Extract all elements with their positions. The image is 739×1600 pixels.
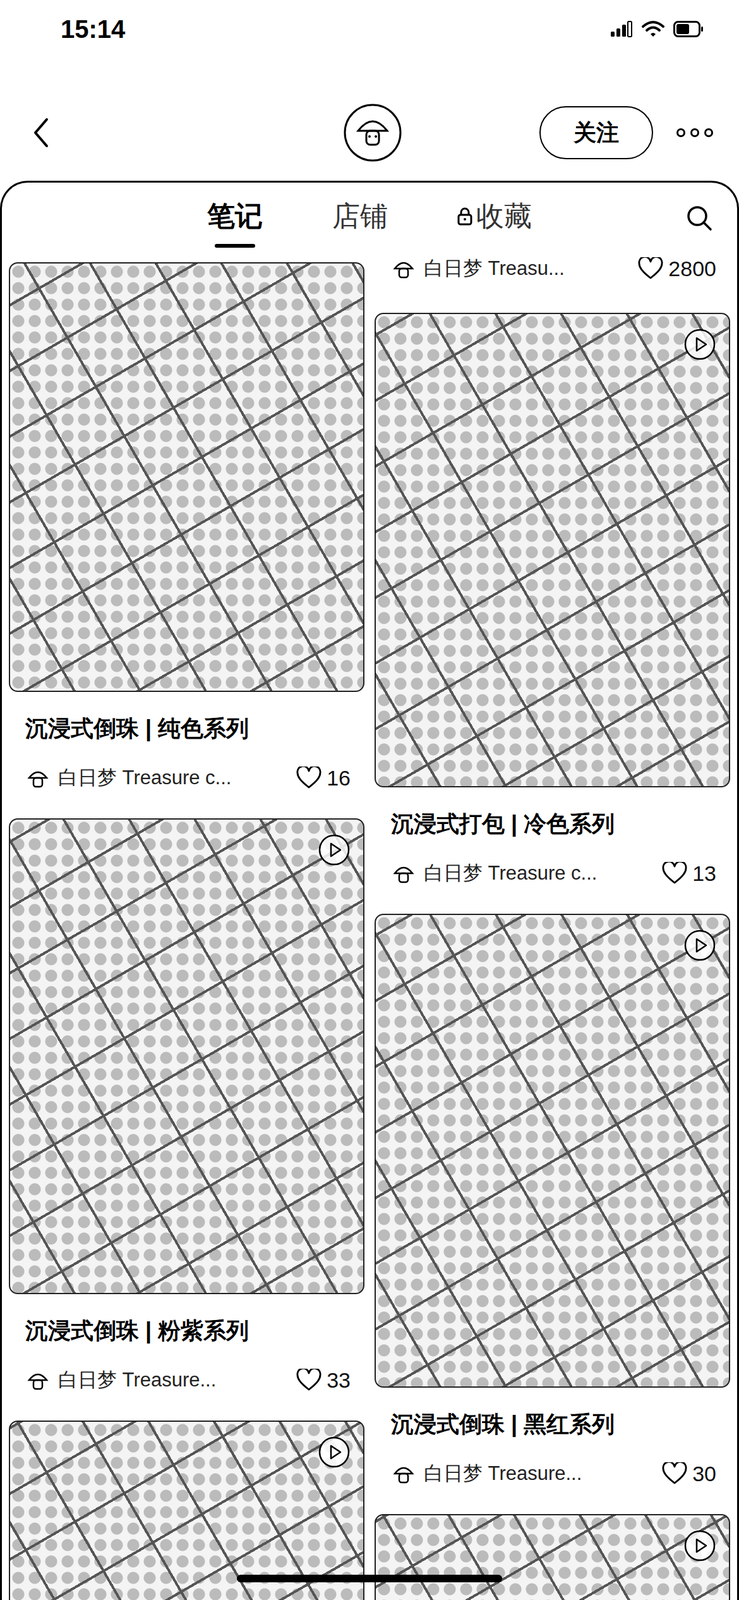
like-button[interactable]: 13: [661, 860, 717, 886]
like-button[interactable]: 33: [296, 1367, 351, 1393]
home-indicator: [236, 1574, 503, 1582]
note-title[interactable]: 沉浸式倒珠 | 粉紫系列: [25, 1315, 351, 1346]
note-info: 沉浸式倒珠 | 黑红系列白日梦 Treasure... 30: [374, 1387, 731, 1514]
like-count: 16: [326, 765, 351, 791]
note-info: 沉浸式倒珠 | 纯色系列白日梦 Treasure c... 16: [8, 691, 365, 818]
author-avatar-icon[interactable]: [390, 860, 417, 886]
author-name[interactable]: 白日梦 Treasu...: [423, 255, 631, 282]
author-avatar-icon[interactable]: [390, 255, 417, 282]
note-cover[interactable]: [374, 312, 731, 788]
author-name[interactable]: 白日梦 Treasure...: [58, 1366, 289, 1393]
like-button[interactable]: 16: [296, 765, 351, 791]
note-card[interactable]: 沉浸式打包 | 冷色系列白日梦 Treasure c... 13: [374, 312, 731, 914]
tab-underline: [214, 243, 256, 248]
back-icon[interactable]: [31, 116, 51, 149]
play-icon: [683, 928, 717, 962]
note-meta: 白日梦 Treasu... 2800: [374, 253, 731, 284]
heart-icon: [661, 1461, 688, 1485]
note-meta: 白日梦 Treasure... 30: [390, 1457, 717, 1489]
content-sheet: 笔记店铺收藏沉浸式倒珠 | 纯色系列白日梦 Treasure c...16沉浸式…: [0, 180, 739, 1600]
note-meta: 白日梦 Treasure c... 13: [390, 857, 717, 889]
tab[interactable]: 店铺: [332, 192, 388, 244]
note-cover[interactable]: [8, 262, 365, 692]
note-cover[interactable]: [8, 1419, 365, 1600]
note-title[interactable]: 沉浸式打包 | 冷色系列: [390, 808, 717, 839]
heart-icon: [296, 766, 322, 789]
note-card[interactable]: 白日梦 Treasu... 2800: [374, 253, 731, 313]
note-title[interactable]: 沉浸式倒珠 | 纯色系列: [25, 713, 351, 744]
note-title[interactable]: 沉浸式倒珠 | 黑红系列: [390, 1408, 717, 1439]
follow-button[interactable]: 关注: [539, 106, 654, 160]
more-icon[interactable]: [675, 127, 714, 138]
author-avatar-icon[interactable]: [25, 1366, 51, 1393]
status-bar: 15:14: [0, 0, 739, 89]
heart-icon: [296, 1368, 322, 1391]
like-button[interactable]: 30: [661, 1460, 717, 1486]
nav-actions: 关注: [402, 106, 714, 160]
notes-feed: 沉浸式倒珠 | 纯色系列白日梦 Treasure c... 16 沉浸式倒珠 | 粉…: [1, 253, 738, 1600]
like-count: 13: [692, 860, 717, 886]
play-icon: [683, 327, 717, 361]
signal-icon: [610, 20, 633, 38]
tabs: 笔记 店铺 收藏: [207, 192, 532, 244]
heart-icon: [637, 257, 664, 280]
search-icon[interactable]: [685, 204, 714, 232]
author-name[interactable]: 白日梦 Treasure c...: [58, 764, 289, 791]
note-card[interactable]: [8, 1419, 365, 1600]
tab[interactable]: 笔记: [207, 192, 263, 244]
wifi-icon: [641, 20, 665, 38]
note-meta: 白日梦 Treasure... 33: [25, 1364, 351, 1395]
note-cover[interactable]: [374, 1513, 731, 1600]
like-count: 30: [692, 1460, 717, 1486]
note-card[interactable]: [374, 1513, 731, 1600]
like-count: 2800: [668, 256, 717, 282]
note-info: 沉浸式倒珠 | 粉紫系列白日梦 Treasure... 33: [8, 1293, 365, 1420]
avatar-icon[interactable]: [342, 102, 403, 163]
feed-column: 沉浸式倒珠 | 纯色系列白日梦 Treasure c... 16 沉浸式倒珠 | 粉…: [8, 253, 365, 1600]
status-icons: [610, 20, 704, 38]
status-time: 15:14: [60, 15, 126, 44]
note-cover[interactable]: [374, 913, 731, 1388]
author-avatar-icon[interactable]: [390, 1460, 417, 1486]
note-card[interactable]: 沉浸式倒珠 | 纯色系列白日梦 Treasure c... 16: [8, 262, 365, 818]
note-card[interactable]: 沉浸式倒珠 | 黑红系列白日梦 Treasure... 30: [374, 913, 731, 1514]
tab[interactable]: 收藏: [457, 192, 532, 244]
profile-screen: 15:14关注笔记店铺收藏沉浸式倒珠 | 纯色系列白日梦 Treasure c.…: [0, 0, 739, 1600]
play-icon: [683, 1528, 717, 1562]
like-button[interactable]: 2800: [637, 256, 717, 282]
nav-bar: 关注: [0, 88, 739, 177]
like-count: 33: [326, 1367, 351, 1393]
author-avatar-icon[interactable]: [25, 764, 51, 791]
note-info: 沉浸式打包 | 冷色系列白日梦 Treasure c... 13: [374, 787, 731, 914]
lock-icon: [457, 206, 473, 226]
tab-bar: 笔记 店铺 收藏: [1, 182, 738, 254]
battery-icon: [673, 20, 704, 38]
heart-icon: [661, 861, 688, 885]
note-card[interactable]: 沉浸式倒珠 | 粉紫系列白日梦 Treasure... 33: [8, 817, 365, 1420]
play-icon: [317, 1435, 351, 1468]
feed-column: 白日梦 Treasu...2800沉浸式打包 | 冷色系列白日梦 Treasur…: [374, 253, 731, 1600]
author-name[interactable]: 白日梦 Treasure...: [423, 1459, 655, 1487]
author-name[interactable]: 白日梦 Treasure c...: [423, 859, 655, 887]
play-icon: [317, 833, 351, 866]
note-cover[interactable]: [8, 817, 365, 1294]
note-meta: 白日梦 Treasure c... 16: [25, 762, 351, 793]
